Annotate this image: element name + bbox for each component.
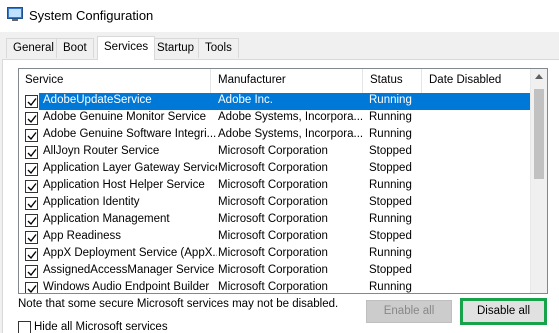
column-header-manufacturer[interactable]: Manufacturer (212, 69, 363, 93)
tab-tools[interactable]: Tools (198, 38, 239, 58)
checkmark-icon (27, 217, 37, 226)
status-cell: Running (369, 213, 412, 225)
service-checkbox[interactable] (25, 231, 38, 244)
service-checkbox[interactable] (25, 146, 38, 159)
table-row[interactable]: AssignedAccessManager Service Microsoft C… (19, 263, 547, 280)
msconfig-icon (7, 7, 23, 21)
disable-all-button[interactable]: Disable all (460, 298, 547, 325)
checkmark-icon (27, 132, 37, 141)
manufacturer-cell: Microsoft Corporation (218, 162, 328, 174)
table-row[interactable]: Application Host Helper Service Microsoft… (19, 178, 547, 195)
scroll-thumb[interactable] (534, 89, 544, 179)
table-row[interactable]: Windows Audio Endpoint Builder Microsoft … (19, 280, 547, 293)
manufacturer-cell: Microsoft Corporation (218, 196, 328, 208)
checkmark-icon (27, 200, 37, 209)
service-name-cell: Windows Audio Endpoint Builder (43, 281, 210, 293)
status-cell: Running (369, 111, 412, 123)
service-checkbox[interactable] (25, 112, 38, 125)
service-name-cell: Application Layer Gateway Service (43, 162, 217, 174)
manufacturer-cell: Microsoft Corporation (218, 230, 328, 242)
tab-general[interactable]: General (6, 38, 61, 58)
table-row[interactable]: App Readiness Microsoft Corporation Stoppe… (19, 229, 547, 246)
checkmark-icon (27, 98, 37, 107)
enable-all-label: Enable all (383, 305, 435, 317)
manufacturer-cell: Adobe Systems, Incorpora... (218, 128, 364, 140)
manufacturer-cell: Adobe Inc. (218, 94, 273, 106)
secure-services-note: Note that some secure Microsoft services… (18, 298, 339, 310)
manufacturer-cell: Microsoft Corporation (218, 213, 328, 225)
service-checkbox[interactable] (25, 214, 38, 227)
service-name-cell: Adobe Genuine Monitor Service (43, 111, 207, 123)
tab-startup[interactable]: Startup (150, 38, 202, 58)
hide-ms-services-label: Hide all Microsoft services (34, 321, 168, 333)
services-rows: AdobeUpdateService Adobe Inc. Running Adobe… (19, 93, 547, 293)
table-row[interactable]: Adobe Genuine Software Integri... Adobe S… (19, 127, 547, 144)
checkmark-icon (27, 251, 37, 260)
table-row[interactable]: AllJoyn Router Service Microsoft Corporat… (19, 144, 547, 161)
table-row[interactable]: AdobeUpdateService Adobe Inc. Running (19, 93, 547, 110)
service-name-cell: AdobeUpdateService (43, 94, 152, 106)
status-cell: Running (369, 281, 412, 293)
status-cell: Stopped (369, 230, 412, 242)
hide-ms-services-checkbox[interactable] (18, 321, 31, 333)
service-name-cell: AppX Deployment Service (AppX... (43, 247, 217, 259)
status-cell: Running (369, 94, 412, 106)
service-checkbox[interactable] (25, 282, 38, 293)
checkmark-icon (27, 166, 37, 175)
status-cell: Stopped (369, 264, 412, 276)
checkmark-icon (27, 183, 37, 192)
service-checkbox[interactable] (25, 197, 38, 210)
status-cell: Running (369, 247, 412, 259)
table-row[interactable]: Application Identity Microsoft Corporatio… (19, 195, 547, 212)
table-row[interactable]: Application Management Microsoft Corporat… (19, 212, 547, 229)
checkmark-icon (27, 268, 37, 277)
tab-services[interactable]: Services (97, 36, 156, 60)
service-checkbox[interactable] (25, 180, 38, 193)
status-cell: Running (369, 179, 412, 191)
service-name-cell: AssignedAccessManager Service (43, 264, 215, 276)
status-cell: Stopped (369, 196, 412, 208)
service-checkbox[interactable] (25, 129, 38, 142)
status-cell: Running (369, 128, 412, 140)
table-row[interactable]: Application Layer Gateway Service Microso… (19, 161, 547, 178)
manufacturer-cell: Microsoft Corporation (218, 281, 328, 293)
vertical-scrollbar[interactable] (530, 69, 547, 293)
status-cell: Stopped (369, 145, 412, 157)
enable-all-button[interactable]: Enable all (366, 300, 452, 323)
table-row[interactable]: AppX Deployment Service (AppX... Microsof… (19, 246, 547, 263)
checkmark-icon (27, 234, 37, 243)
column-header-date-disabled[interactable]: Date Disabled (423, 69, 529, 93)
title-bar: System Configuration (0, 0, 559, 32)
table-row[interactable]: Adobe Genuine Monitor Service Adobe Syste… (19, 110, 547, 127)
service-name-cell: Application Identity (43, 196, 140, 208)
manufacturer-cell: Microsoft Corporation (218, 179, 328, 191)
service-checkbox[interactable] (25, 163, 38, 176)
checkmark-icon (27, 149, 37, 158)
services-list[interactable]: Service Manufacturer Status Date Disable… (18, 68, 548, 294)
service-checkbox[interactable] (25, 248, 38, 261)
manufacturer-cell: Microsoft Corporation (218, 247, 328, 259)
tab-boot[interactable]: Boot (56, 38, 94, 58)
service-name-cell: AllJoyn Router Service (43, 145, 160, 157)
manufacturer-cell: Adobe Systems, Incorpora... (218, 111, 364, 123)
manufacturer-cell: Microsoft Corporation (218, 145, 328, 157)
service-name-cell: App Readiness (43, 230, 121, 242)
window-title: System Configuration (29, 8, 154, 23)
manufacturer-cell: Microsoft Corporation (218, 264, 328, 276)
service-checkbox[interactable] (25, 95, 38, 108)
checkmark-icon (27, 285, 37, 293)
column-header-service[interactable]: Service (19, 69, 211, 93)
tab-strip: General Boot Services Startup Tools (0, 36, 559, 60)
checkmark-icon (27, 115, 37, 124)
service-name-cell: Application Host Helper Service (43, 179, 205, 191)
service-name-cell: Adobe Genuine Software Integri... (43, 128, 217, 140)
scroll-up-arrow-icon[interactable] (535, 74, 543, 79)
disable-all-label: Disable all (476, 305, 531, 317)
service-checkbox[interactable] (25, 265, 38, 278)
status-cell: Stopped (369, 162, 412, 174)
column-header-status[interactable]: Status (364, 69, 422, 93)
service-name-cell: Application Management (43, 213, 170, 225)
